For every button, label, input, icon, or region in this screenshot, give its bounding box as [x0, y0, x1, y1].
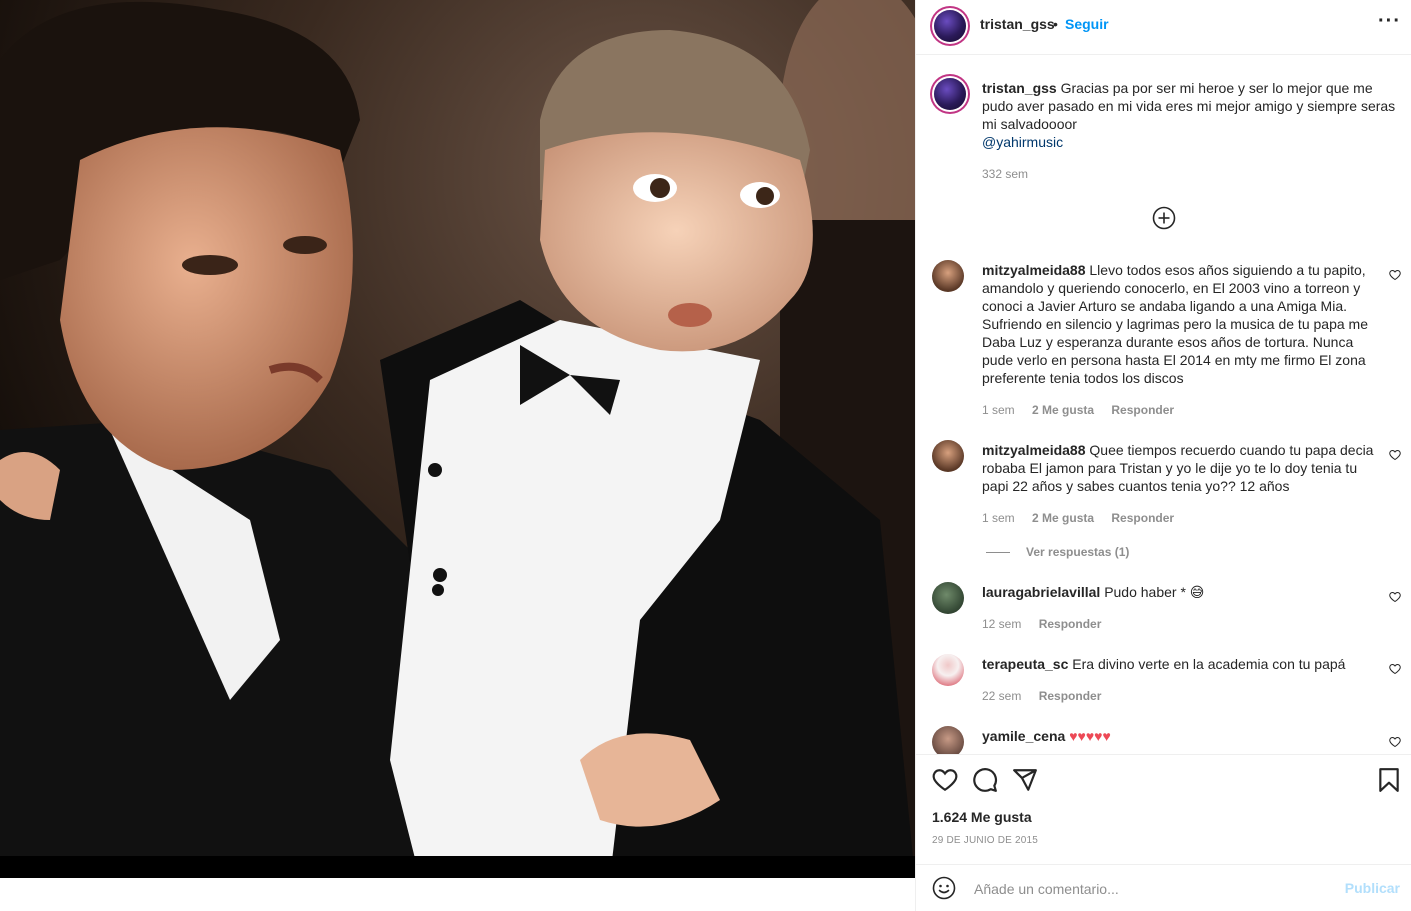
comment: terapeuta_sc Era divino verte en la acad… [982, 655, 1380, 673]
comment-time[interactable]: 1 sem [982, 511, 1015, 525]
likes-count[interactable]: 1.624 Me gusta [932, 809, 1032, 825]
post-image[interactable] [0, 0, 915, 878]
view-replies-label: Ver respuestas (1) [1026, 545, 1130, 559]
comment-icon[interactable] [972, 767, 998, 793]
comment-username[interactable]: terapeuta_sc [982, 656, 1068, 672]
comment-like-icon[interactable] [1389, 736, 1401, 748]
comment-text: Era divino verte en la academia con tu p… [1072, 656, 1346, 672]
post-actions: 1.624 Me gusta 29 DE JUNIO DE 2015 [916, 754, 1411, 863]
author-username[interactable]: tristan_gss [980, 16, 1055, 32]
comment-input[interactable] [972, 878, 1336, 900]
comment-meta: 22 sem Responder [982, 689, 1115, 703]
comment-like-icon[interactable] [1389, 591, 1401, 603]
emoji-icon[interactable] [932, 876, 956, 900]
comment-like-icon[interactable] [1389, 269, 1401, 281]
comment-reply-button[interactable]: Responder [1039, 617, 1102, 631]
comment-username[interactable]: lauragabrielavillal [982, 584, 1100, 600]
comment-meta: 12 sem Responder [982, 617, 1115, 631]
comment-text: Llevo todos esos años siguiendo a tu pap… [982, 262, 1368, 386]
comment-likes[interactable]: 2 Me gusta [1032, 511, 1094, 525]
post-photo[interactable] [0, 0, 915, 911]
comment-text: Pudo haber * 😅 [1104, 584, 1205, 600]
share-icon[interactable] [1012, 767, 1038, 793]
heart-icon[interactable] [932, 767, 958, 793]
photo-illustration [0, 0, 915, 878]
caption-username[interactable]: tristan_gss [982, 80, 1057, 96]
comment-time[interactable]: 12 sem [982, 617, 1021, 631]
publish-button[interactable]: Publicar [1345, 880, 1400, 896]
replies-divider [986, 552, 1010, 554]
comment-time[interactable]: 1 sem [982, 403, 1015, 417]
comment: yamile_cena ♥♥♥♥♥ [982, 727, 1380, 745]
header-separator: • [1053, 16, 1058, 32]
load-more-comments-icon[interactable] [1152, 206, 1176, 230]
comment-username[interactable]: mitzyalmeida88 [982, 442, 1086, 458]
comment-avatar[interactable] [932, 440, 964, 472]
caption: tristan_gss Gracias pa por ser mi heroe … [982, 79, 1398, 151]
caption-time: 332 sem [982, 167, 1042, 181]
comment-avatar[interactable] [932, 582, 964, 614]
comment-like-icon[interactable] [1389, 449, 1401, 461]
comment-composer: Publicar [916, 864, 1411, 911]
comment-reply-button[interactable]: Responder [1039, 689, 1102, 703]
bookmark-icon[interactable] [1376, 767, 1402, 793]
comment-text: ♥♥♥♥♥ [1069, 728, 1111, 744]
author-avatar[interactable] [934, 10, 966, 42]
comment: lauragabrielavillal Pudo haber * 😅 [982, 583, 1380, 601]
view-replies-button[interactable]: Ver respuestas (1) [986, 545, 1129, 559]
comment-avatar[interactable] [932, 654, 964, 686]
comment-meta: 1 sem 2 Me gusta Responder [982, 511, 1188, 525]
comment-username[interactable]: mitzyalmeida88 [982, 262, 1086, 278]
more-options-icon[interactable]: ··· [1378, 10, 1401, 33]
comment-reply-button[interactable]: Responder [1111, 511, 1174, 525]
post-side-panel: tristan_gss • Seguir ··· tristan_gss Gra… [915, 0, 1411, 911]
comment: mitzyalmeida88 Llevo todos esos años sig… [982, 261, 1380, 387]
comment-avatar[interactable] [932, 260, 964, 292]
comment-reply-button[interactable]: Responder [1111, 403, 1174, 417]
comments-section[interactable]: tristan_gss Gracias pa por ser mi heroe … [916, 56, 1411, 754]
follow-button[interactable]: Seguir [1065, 16, 1109, 32]
comment-username[interactable]: yamile_cena [982, 728, 1065, 744]
comment-like-icon[interactable] [1389, 663, 1401, 675]
comment-time[interactable]: 22 sem [982, 689, 1021, 703]
caption-avatar[interactable] [934, 78, 966, 110]
instagram-post-view: tristan_gss • Seguir ··· tristan_gss Gra… [0, 0, 1411, 911]
comment: mitzyalmeida88 Quee tiempos recuerdo cua… [982, 441, 1380, 495]
comment-likes[interactable]: 2 Me gusta [1032, 403, 1094, 417]
caption-time-text[interactable]: 332 sem [982, 167, 1028, 181]
comment-avatar[interactable] [932, 726, 964, 754]
post-header: tristan_gss • Seguir ··· [916, 0, 1411, 55]
post-date[interactable]: 29 DE JUNIO DE 2015 [932, 835, 1038, 846]
caption-mention[interactable]: @yahirmusic [982, 134, 1063, 150]
comment-meta: 1 sem 2 Me gusta Responder [982, 403, 1188, 417]
